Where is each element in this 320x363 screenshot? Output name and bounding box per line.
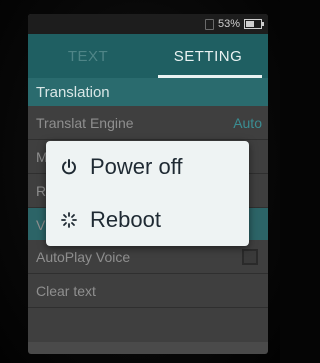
setting-row-empty — [28, 308, 268, 342]
power-off-button[interactable]: Power off — [46, 141, 249, 193]
autoplay-voice-checkbox[interactable] — [242, 248, 258, 265]
tab-setting[interactable]: SETTING — [148, 34, 268, 78]
status-icons: 53% — [204, 18, 264, 30]
battery-percent: 53% — [217, 18, 240, 30]
setting-label: Translat Engine — [36, 114, 134, 131]
setting-value: Auto — [233, 114, 262, 131]
setting-translate-engine[interactable]: Translat Engine Auto — [28, 106, 268, 140]
reboot-icon — [60, 211, 78, 229]
setting-label: V — [36, 216, 46, 233]
sim-icon — [204, 18, 214, 30]
reboot-label: Reboot — [90, 207, 161, 232]
setting-label: Clear text — [36, 282, 96, 299]
status-bar: 53% — [28, 14, 268, 34]
setting-clear-text[interactable]: Clear text — [28, 274, 268, 308]
device-screen: 53% TEXT SETTING Translation Translat En… — [28, 14, 268, 354]
reboot-button[interactable]: Reboot — [46, 194, 249, 246]
power-off-label: Power off — [90, 154, 183, 179]
tab-bar: TEXT SETTING — [28, 34, 268, 78]
tab-text[interactable]: TEXT — [28, 34, 148, 78]
setting-label: AutoPlay Voice — [36, 248, 131, 265]
setting-label: R — [36, 182, 47, 199]
power-menu-dialog: Power off Reboot — [46, 141, 249, 246]
power-icon — [60, 158, 78, 176]
battery-icon — [244, 19, 264, 29]
section-header-translation: Translation — [28, 78, 268, 106]
